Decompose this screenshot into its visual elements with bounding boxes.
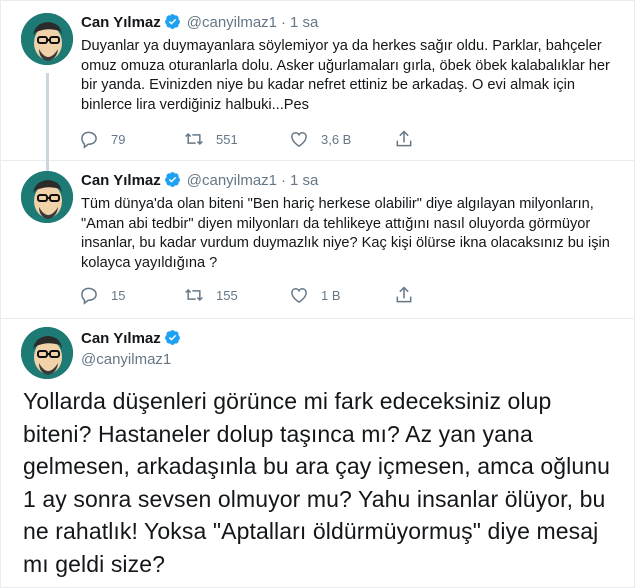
author-handle[interactable]: @canyilmaz1 bbox=[187, 14, 277, 31]
like-button[interactable]: 3,6 B bbox=[289, 129, 394, 149]
author-name[interactable]: Can Yılmaz bbox=[81, 14, 161, 31]
separator: · bbox=[281, 172, 287, 189]
tweet-actions: 15 155 1 B bbox=[79, 285, 426, 305]
reply-icon bbox=[81, 131, 97, 149]
reply-button[interactable]: 15 bbox=[79, 285, 184, 305]
tweet-text: Duyanlar ya duymayanlara söylemiyor ya d… bbox=[81, 38, 610, 113]
like-button[interactable]: 1 B bbox=[289, 285, 394, 305]
tweet-1[interactable]: Can Yılmaz @canyilmaz1 · 1 sa Duyanlar ya d… bbox=[1, 1, 634, 161]
author-name[interactable]: Can Yılmaz bbox=[81, 330, 161, 347]
tweet-header: Can Yılmaz @canyilmaz1 · 1 sa bbox=[81, 13, 318, 33]
like-icon bbox=[291, 132, 307, 147]
like-icon bbox=[291, 288, 307, 303]
retweet-button[interactable]: 155 bbox=[184, 285, 289, 305]
main-tweet-text: Yollarda düşenleri görünce mi fark edece… bbox=[23, 388, 611, 577]
like-count: 1 B bbox=[321, 287, 341, 303]
avatar[interactable] bbox=[21, 327, 73, 379]
thread-connector bbox=[46, 161, 49, 171]
thread-connector bbox=[46, 73, 49, 161]
reply-icon bbox=[81, 287, 97, 305]
timestamp[interactable]: 1 sa bbox=[290, 14, 318, 31]
tweet-thread: Can Yılmaz @canyilmaz1 · 1 sa Duyanlar ya d… bbox=[0, 0, 635, 588]
reply-count: 15 bbox=[111, 287, 126, 303]
retweet-button[interactable]: 551 bbox=[184, 129, 289, 149]
share-icon bbox=[396, 130, 412, 147]
reply-count: 79 bbox=[111, 131, 126, 147]
avatar[interactable] bbox=[21, 13, 73, 65]
author-handle[interactable]: @canyilmaz1 bbox=[187, 172, 277, 189]
retweet-count: 155 bbox=[216, 287, 238, 303]
author-name[interactable]: Can Yılmaz bbox=[81, 172, 161, 189]
share-icon bbox=[396, 286, 412, 303]
share-button[interactable] bbox=[394, 129, 426, 149]
verified-badge-icon bbox=[164, 330, 180, 345]
like-count: 3,6 B bbox=[321, 131, 352, 147]
retweet-count: 551 bbox=[216, 131, 238, 147]
retweet-icon bbox=[185, 132, 203, 146]
tweet-2[interactable]: Can Yılmaz @canyilmaz1 · 1 sa Tüm dünya'da … bbox=[1, 161, 634, 319]
tweet-header: Can Yılmaz @canyilmaz1 · 1 sa bbox=[81, 171, 318, 191]
share-button[interactable] bbox=[394, 285, 426, 305]
verified-badge-icon bbox=[164, 172, 180, 187]
reply-button[interactable]: 79 bbox=[79, 129, 184, 149]
retweet-icon bbox=[185, 288, 203, 302]
avatar[interactable] bbox=[21, 171, 73, 223]
tweet-actions: 79 551 3,6 B bbox=[79, 129, 426, 149]
tweet-text: Tüm dünya'da olan biteni "Ben hariç herk… bbox=[81, 196, 610, 271]
separator: · bbox=[281, 14, 287, 31]
timestamp[interactable]: 1 sa bbox=[290, 172, 318, 189]
author-handle[interactable]: @canyilmaz1 bbox=[81, 351, 171, 368]
main-tweet[interactable]: Can Yılmaz @canyilmaz1 Yollarda düşenler… bbox=[1, 319, 634, 588]
verified-badge-icon bbox=[164, 14, 180, 29]
tweet-header: Can Yılmaz bbox=[81, 329, 181, 349]
